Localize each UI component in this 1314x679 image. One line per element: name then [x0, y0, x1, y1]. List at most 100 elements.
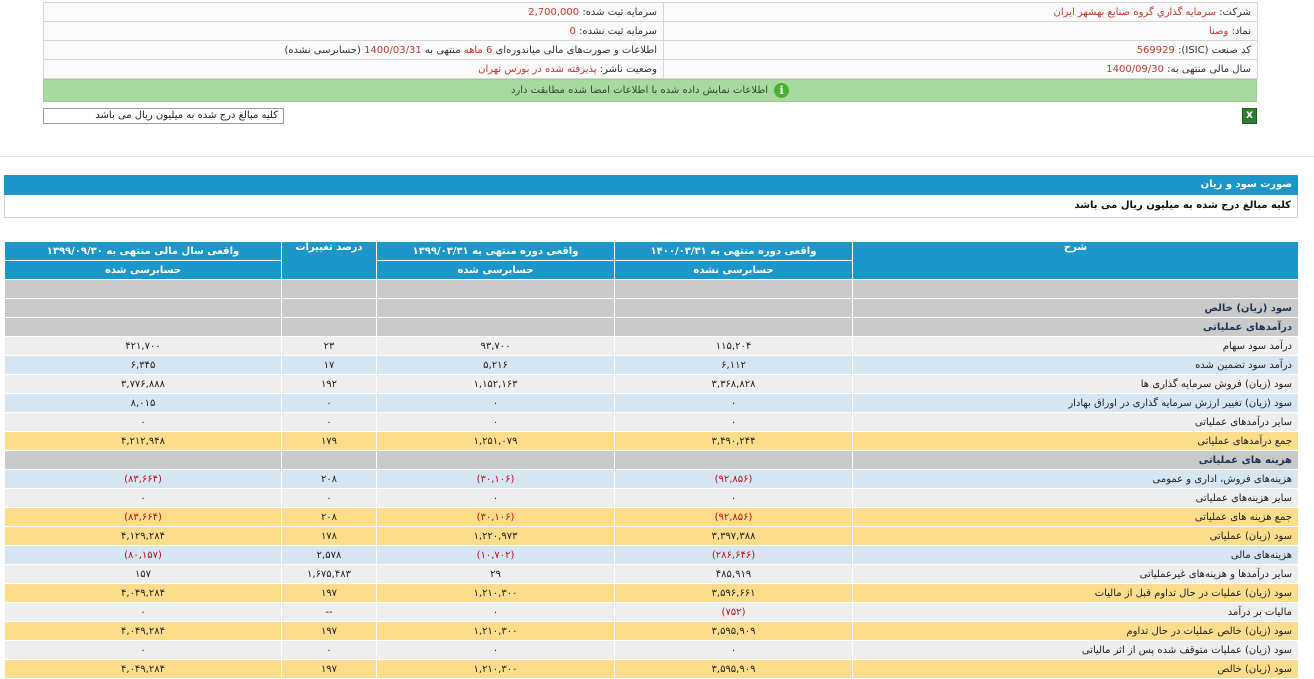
- row-description: سود (زیان) خالص: [852, 298, 1299, 318]
- row-value-c2: ۱,۱۵۲,۱۶۳: [376, 374, 615, 394]
- row-value-c2: ۱,۲۵۱,۰۷۹: [376, 431, 615, 451]
- row-value-c2: [376, 279, 615, 299]
- row-value-c2: ۹۳,۷۰۰: [376, 336, 615, 356]
- row-value-c2: [376, 450, 615, 470]
- table-row: هزینه های عملیاتی: [4, 450, 1299, 470]
- row-value-c4: ۶,۳۴۵: [4, 355, 282, 375]
- symbol-cell: نماد: وصنا: [663, 21, 1258, 41]
- fiscal-year-cell: سال مالی منتهی به: 1400/09/30: [663, 59, 1258, 79]
- publisher-status-label: وضعیت ناشر:: [599, 63, 657, 75]
- row-description: جمع هزینه های عملیاتی: [852, 507, 1299, 527]
- row-value-c4: ۳,۷۷۶,۸۸۸: [4, 374, 282, 394]
- header-col4-title: واقعی سال مالی منتهی به ۱۳۹۹/۰۹/۳۰: [4, 241, 282, 261]
- isic-value: 569929: [1136, 44, 1175, 56]
- info-row: نماد: وصنا سرمایه ثبت نشده: 0: [43, 21, 1258, 41]
- row-value-c2: ۰: [376, 488, 615, 508]
- row-value-c4: ۴۲۱,۷۰۰: [4, 336, 282, 356]
- row-value-c1: (۹۲,۸۵۶): [614, 507, 853, 527]
- info-row: سال مالی منتهی به: 1400/09/30 وضعیت ناشر…: [43, 59, 1258, 79]
- row-value-c3: [281, 450, 377, 470]
- row-value-c1: ۰: [614, 393, 853, 413]
- amount-unit-note: کلیه مبالغ درج شده به میلیون ریال می باش…: [43, 108, 284, 124]
- row-description: هزینه های عملیاتی: [852, 450, 1299, 470]
- row-value-c2: ۰: [376, 393, 615, 413]
- row-value-c3: ۰: [281, 393, 377, 413]
- row-value-c2: ۱,۲۱۰,۳۰۰: [376, 659, 615, 679]
- row-description: هزینه‌های مالی: [852, 545, 1299, 565]
- fiscal-year-label: سال مالی منتهی به:: [1167, 63, 1251, 75]
- table-row: مالیات بر درآمد (۷۵۲) ۰ -- ۰: [4, 602, 1299, 622]
- capital-registered-label: سرمایه ثبت شده:: [582, 6, 657, 18]
- row-value-c4: ۴,۲۱۲,۹۴۸: [4, 431, 282, 451]
- table-row: جمع هزینه های عملیاتی (۹۲,۸۵۶) (۳۰,۱۰۶) ۲۰۸…: [4, 507, 1299, 527]
- row-value-c3: ۰: [281, 412, 377, 432]
- row-description: هزینه‌های فروش، اداری و عمومی: [852, 469, 1299, 489]
- table-row: سود (زیان) خالص: [4, 298, 1299, 318]
- row-value-c4: [4, 298, 282, 318]
- row-value-c1: ۳,۳۶۸,۸۲۸: [614, 374, 853, 394]
- row-value-c2: (۳۰,۱۰۶): [376, 507, 615, 527]
- table-body: سود (زیان) خالص درآمدهای عملیاتی درآمد سود…: [4, 279, 1299, 679]
- row-value-c2: [376, 317, 615, 337]
- row-value-c4: ۴,۰۴۹,۲۸۴: [4, 659, 282, 679]
- row-value-c2: (۱۰,۷۰۲): [376, 545, 615, 565]
- row-description: سود (زیان) عملیات متوقف شده پس از اثر ما…: [852, 640, 1299, 660]
- row-value-c1: ۰: [614, 412, 853, 432]
- capital-unregistered-cell: سرمایه ثبت نشده: 0: [43, 21, 664, 41]
- company-value: سرمايه گذاري گروه صنايع بهشهر ايران: [1053, 6, 1216, 18]
- row-value-c4: ۰: [4, 640, 282, 660]
- row-value-c3: --: [281, 602, 377, 622]
- row-description: [852, 279, 1299, 299]
- info-icon: i: [774, 83, 790, 98]
- header-col3-title: درصد تغییرات: [281, 241, 377, 280]
- section-title: صورت سود و زیان: [4, 175, 1298, 195]
- row-value-c2: ۵,۲۱۶: [376, 355, 615, 375]
- table-row: درآمد سود تضمین شده ۶,۱۱۲ ۵,۲۱۶ ۱۷ ۶,۳۴۵: [4, 355, 1299, 375]
- income-statement-table: شرح واقعی دوره منتهی به ۱۴۰۰/۰۳/۳۱ واقعی…: [4, 241, 1299, 679]
- row-value-c3: ۱۹۲: [281, 374, 377, 394]
- excel-export-icon[interactable]: X: [1242, 108, 1257, 124]
- row-value-c3: ۱۹۷: [281, 621, 377, 641]
- capital-registered-cell: سرمایه ثبت شده: 2,700,000: [43, 2, 664, 22]
- row-value-c1: [614, 317, 853, 337]
- row-description: سود (زیان) تغییر ارزش سرمایه گذاری در او…: [852, 393, 1299, 413]
- row-value-c4: [4, 279, 282, 299]
- row-value-c3: [281, 298, 377, 318]
- separator: [0, 156, 1314, 157]
- table-row: سود (زیان) خالص عملیات در حال تداوم ۳,۵۹۵…: [4, 621, 1299, 641]
- info-row: کد صنعت (ISIC): 569929 اطلاعات و صورت‌ها…: [43, 40, 1258, 60]
- header-row: شرح واقعی دوره منتهی به ۱۴۰۰/۰۳/۳۱ واقعی…: [4, 241, 1299, 280]
- row-value-c4: (۸۳,۶۶۴): [4, 469, 282, 489]
- verification-message: اطلاعات نمایش داده شده با اطلاعات امضا ش…: [510, 85, 769, 96]
- verification-banner: i اطلاعات نمایش داده شده با اطلاعات امضا…: [43, 79, 1257, 102]
- symbol-value: وصنا: [1208, 25, 1229, 37]
- row-value-c3: ۱۷۹: [281, 431, 377, 451]
- row-value-c3: ۲,۵۷۸: [281, 545, 377, 565]
- header-col2-title: واقعی دوره منتهی به ۱۳۹۹/۰۳/۳۱: [376, 241, 615, 261]
- row-value-c3: ۲۳: [281, 336, 377, 356]
- row-value-c1: [614, 279, 853, 299]
- table-row: جمع درآمدهای عملیاتی ۳,۴۹۰,۲۴۴ ۱,۲۵۱,۰۷۹ ۱۷…: [4, 431, 1299, 451]
- row-value-c3: ۰: [281, 640, 377, 660]
- row-value-c4: ۸,۰۱۵: [4, 393, 282, 413]
- table-row: درآمد سود سهام ۱۱۵,۲۰۴ ۹۳,۷۰۰ ۲۳ ۴۲۱,۷۰۰: [4, 336, 1299, 356]
- row-description: سود (زیان) عملیات در حال تداوم قبل از ما…: [852, 583, 1299, 603]
- row-value-c4: [4, 450, 282, 470]
- header-desc: شرح: [852, 241, 1299, 280]
- table-row: سود (زیان) عملیات در حال تداوم قبل از ما…: [4, 583, 1299, 603]
- row-value-c1: [614, 298, 853, 318]
- report-date: 1400/03/31: [364, 44, 422, 56]
- row-value-c3: ۰: [281, 488, 377, 508]
- row-value-c3: ۲۰۸: [281, 469, 377, 489]
- capital-unregistered-label: سرمایه ثبت نشده:: [579, 25, 657, 37]
- report-status: (حسابرسی نشده): [284, 44, 361, 56]
- row-description: مالیات بر درآمد: [852, 602, 1299, 622]
- row-value-c1: ۶,۱۱۲: [614, 355, 853, 375]
- table-row: هزینه‌های مالی (۲۸۶,۶۴۶) (۱۰,۷۰۲) ۲,۵۷۸ (۸۰,…: [4, 545, 1299, 565]
- row-description: جمع درآمدهای عملیاتی: [852, 431, 1299, 451]
- table-row: درآمدهای عملیاتی: [4, 317, 1299, 337]
- table-row: [4, 279, 1299, 299]
- capital-unregistered-value: 0: [569, 25, 576, 37]
- company-info-table: شرکت: سرمايه گذاري گروه صنايع بهشهر ايرا…: [43, 2, 1258, 79]
- table-row: سایر درآمدها و هزینه‌های غیرعملیاتی ۴۸۵,۹…: [4, 564, 1299, 584]
